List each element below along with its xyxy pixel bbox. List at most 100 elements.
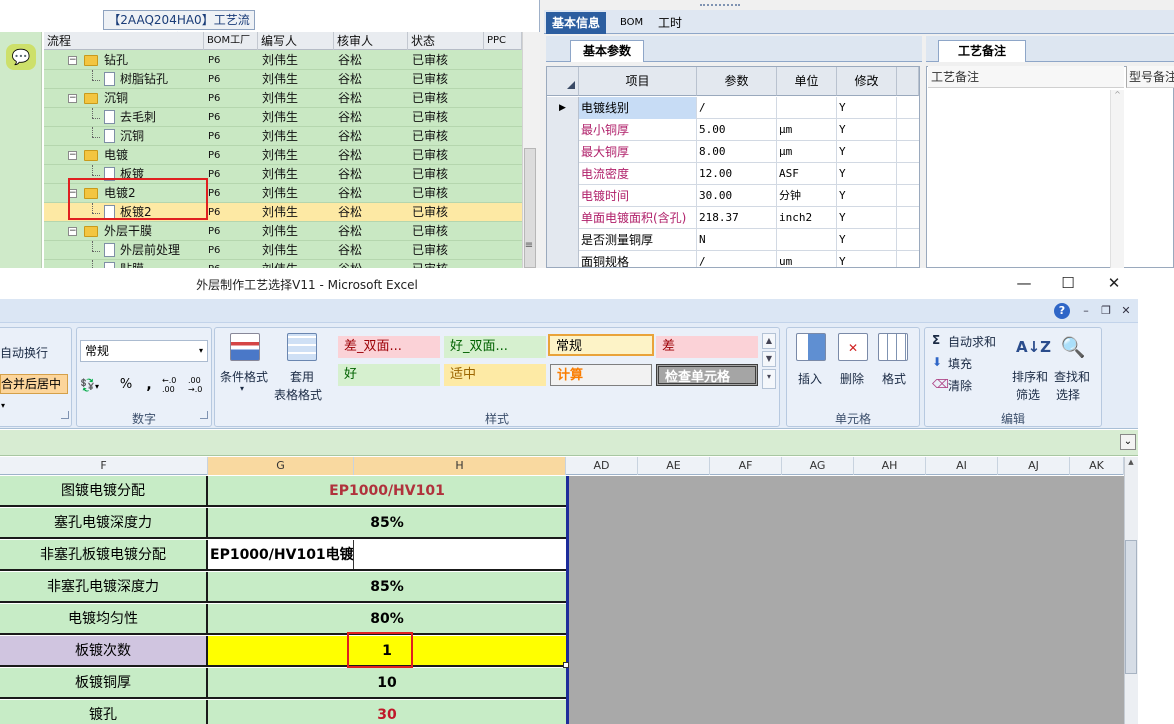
param-unit[interactable]: ASF bbox=[777, 163, 837, 185]
param-unit[interactable] bbox=[777, 229, 837, 251]
param-value[interactable]: / bbox=[697, 251, 777, 267]
sheet-value-cell[interactable]: 30 bbox=[208, 700, 566, 724]
tree-row[interactable]: − 外层干膜 P6 刘伟生 谷松 已审核 bbox=[44, 222, 522, 241]
sheet-scrollbar-thumb[interactable] bbox=[1125, 540, 1137, 674]
param-row[interactable]: 面铜规格 / um Y bbox=[547, 251, 919, 267]
autosum-button[interactable]: 自动求和 bbox=[948, 333, 996, 350]
collapse-icon[interactable]: − bbox=[68, 94, 77, 103]
ribbon-minimize-icon[interactable]: – bbox=[1078, 303, 1094, 319]
param-value[interactable]: 218.37 bbox=[697, 207, 777, 229]
column-header-h[interactable]: H bbox=[354, 457, 566, 475]
sheet-label-cell[interactable]: 板镀次数 bbox=[0, 636, 208, 667]
sheet-value-cell[interactable]: 80% bbox=[208, 604, 566, 635]
splitter-grip[interactable] bbox=[700, 4, 740, 8]
column-header-aj[interactable]: AJ bbox=[998, 457, 1070, 475]
param-value[interactable]: 12.00 bbox=[697, 163, 777, 185]
col-header-flow[interactable]: 流程 bbox=[44, 32, 204, 50]
currency-button[interactable]: 💱▾ bbox=[80, 374, 114, 396]
sheet-label-cell[interactable]: 非塞孔电镀深度力 bbox=[0, 572, 208, 603]
tab-process-remark[interactable]: 工艺备注 bbox=[938, 40, 1026, 62]
sheet-label-cell[interactable]: 镀孔 bbox=[0, 700, 208, 724]
sheet-label-cell[interactable]: 板镀铜厚 bbox=[0, 668, 208, 699]
param-modify[interactable]: Y bbox=[837, 251, 897, 267]
sort-filter-icon[interactable]: A↓Z bbox=[1016, 333, 1051, 361]
sheet-empty-area[interactable] bbox=[566, 476, 1124, 724]
param-value[interactable]: 5.00 bbox=[697, 119, 777, 141]
cell-style-option[interactable]: 计算 bbox=[550, 364, 652, 386]
param-row[interactable]: 电镀时间 30.00 分钟 Y bbox=[547, 185, 919, 207]
row-indicator-icon[interactable] bbox=[547, 185, 579, 207]
param-row[interactable]: 是否测量铜厚 N Y bbox=[547, 229, 919, 251]
delete-button[interactable]: 删除 bbox=[840, 370, 864, 387]
delete-cells-icon[interactable]: ✕ bbox=[838, 333, 868, 361]
param-modify[interactable]: Y bbox=[837, 185, 897, 207]
remark-scrollbar[interactable]: ^ bbox=[1110, 90, 1124, 268]
cell-style-option[interactable]: 适中 bbox=[444, 364, 546, 386]
find-select-label-1[interactable]: 查找和 bbox=[1054, 368, 1090, 385]
cell-style-option[interactable]: 好_双面... bbox=[444, 336, 546, 358]
param-value[interactable]: 8.00 bbox=[697, 141, 777, 163]
param-item[interactable]: 电流密度 bbox=[579, 163, 697, 185]
sheet-label-cell[interactable]: 图镀电镀分配 bbox=[0, 476, 208, 507]
expand-formula-icon[interactable]: ⌄ bbox=[1120, 434, 1136, 450]
column-header-ae[interactable]: AE bbox=[638, 457, 710, 475]
tab-basic-info[interactable]: 基本信息 bbox=[546, 12, 607, 34]
param-modify[interactable]: Y bbox=[837, 97, 897, 119]
param-row[interactable]: ▶ 电镀线别 / Y bbox=[547, 97, 919, 119]
tree-row[interactable]: − 钻孔 P6 刘伟生 谷松 已审核 bbox=[44, 51, 522, 70]
column-header-g[interactable]: G bbox=[208, 457, 354, 475]
help-icon[interactable]: ? bbox=[1054, 303, 1070, 319]
table-format-label-2[interactable]: 表格格式 bbox=[274, 386, 322, 403]
wrap-text-button[interactable]: 自动换行 bbox=[0, 344, 48, 361]
ribbon-close-icon[interactable]: ✕ bbox=[1118, 303, 1134, 319]
sheet-value-cell[interactable]: 85% bbox=[208, 508, 566, 539]
gallery-down-icon[interactable]: ▼ bbox=[762, 351, 776, 367]
find-select-label-2[interactable]: 选择 bbox=[1056, 386, 1080, 403]
row-indicator-icon[interactable] bbox=[547, 119, 579, 141]
param-row[interactable]: 单面电镀面积(含孔) 218.37 inch2 Y bbox=[547, 207, 919, 229]
binoculars-icon[interactable]: 🔍 bbox=[1058, 333, 1088, 361]
col-header-param[interactable]: 参数 bbox=[697, 67, 777, 96]
param-item[interactable]: 是否测量铜厚 bbox=[579, 229, 697, 251]
param-item[interactable]: 电镀时间 bbox=[579, 185, 697, 207]
sheet-value-cell[interactable]: 85% bbox=[208, 572, 566, 603]
col-header-unit[interactable]: 单位 bbox=[777, 67, 837, 96]
tab-work-hours[interactable]: 工时 bbox=[652, 12, 688, 34]
chat-bubble-icon[interactable]: 💬 bbox=[6, 44, 36, 70]
collapse-icon[interactable]: − bbox=[68, 56, 77, 65]
param-modify[interactable]: Y bbox=[837, 141, 897, 163]
tree-row[interactable]: 沉铜 P6 刘伟生 谷松 已审核 bbox=[44, 127, 522, 146]
col-header-ppc[interactable]: PPC bbox=[484, 32, 522, 50]
param-row[interactable]: 电流密度 12.00 ASF Y bbox=[547, 163, 919, 185]
tree-row[interactable]: 树脂钻孔 P6 刘伟生 谷松 已审核 bbox=[44, 70, 522, 89]
col-header-item[interactable]: 项目 bbox=[579, 67, 697, 96]
tab-basic-params[interactable]: 基本参数 bbox=[570, 40, 644, 62]
col-header-status[interactable]: 状态 bbox=[408, 32, 484, 50]
tree-row[interactable]: 去毛刺 P6 刘伟生 谷松 已审核 bbox=[44, 108, 522, 127]
col-header-bom[interactable]: BOM工厂 bbox=[204, 32, 258, 50]
row-indicator-icon[interactable] bbox=[547, 163, 579, 185]
percent-button[interactable]: % bbox=[116, 374, 136, 396]
sheet-value-cell[interactable]: EP1000/HV101 bbox=[208, 476, 566, 507]
sort-filter-label-1[interactable]: 排序和 bbox=[1012, 368, 1048, 385]
table-format-label-1[interactable]: 套用 bbox=[290, 368, 314, 385]
param-row[interactable]: 最大铜厚 8.00 μm Y bbox=[547, 141, 919, 163]
sort-filter-label-2[interactable]: 筛选 bbox=[1016, 386, 1040, 403]
merge-center-button[interactable]: 合并后居中 ▾ bbox=[0, 374, 68, 410]
formula-bar[interactable] bbox=[0, 430, 1138, 456]
param-modify[interactable]: Y bbox=[837, 207, 897, 229]
fill-button[interactable]: 填充 bbox=[948, 355, 972, 372]
param-modify[interactable]: Y bbox=[837, 163, 897, 185]
insert-button[interactable]: 插入 bbox=[798, 370, 822, 387]
tree-row[interactable]: 外层前处理 P6 刘伟生 谷松 已审核 bbox=[44, 241, 522, 260]
column-header-af[interactable]: AF bbox=[710, 457, 782, 475]
close-button[interactable]: ✕ bbox=[1092, 272, 1136, 294]
fill-handle[interactable] bbox=[563, 662, 569, 668]
col-header-reviewer[interactable]: 核审人 bbox=[334, 32, 408, 50]
collapse-icon[interactable]: − bbox=[68, 151, 77, 160]
sheet-label-cell[interactable]: 电镀均匀性 bbox=[0, 604, 208, 635]
gallery-up-icon[interactable]: ▲ bbox=[762, 333, 776, 349]
conditional-format-icon[interactable] bbox=[230, 333, 260, 361]
table-format-icon[interactable] bbox=[287, 333, 317, 361]
param-unit[interactable]: μm bbox=[777, 119, 837, 141]
